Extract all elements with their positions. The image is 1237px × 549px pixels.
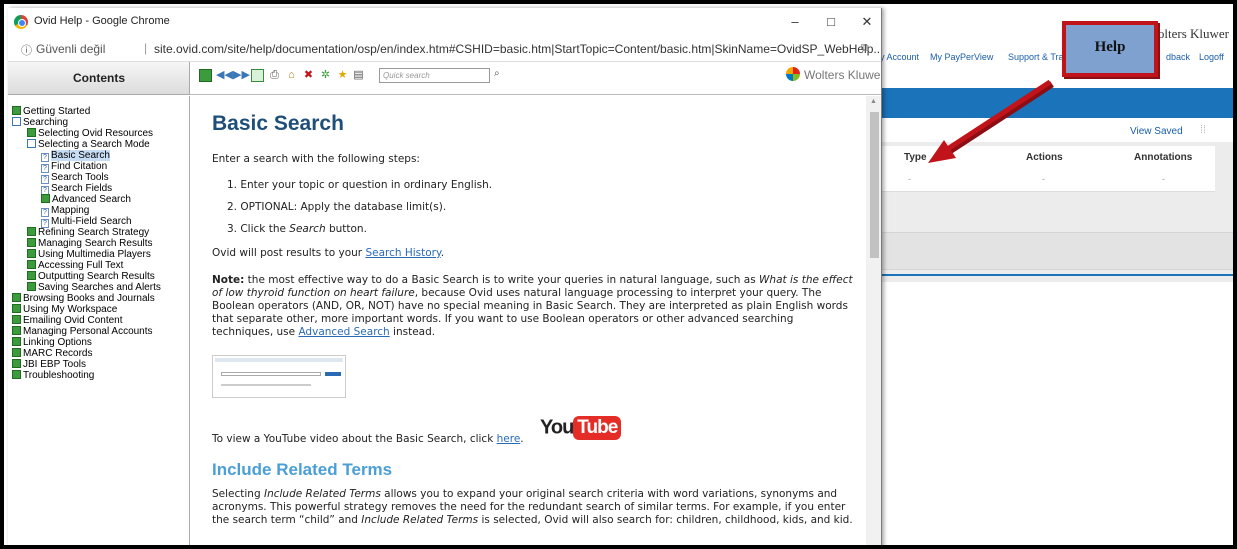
help-callout-box: Help: [1062, 21, 1158, 77]
red-arrow-annotation: [928, 79, 1054, 163]
screenshot-frame: olters Kluwer y Account My PayPerView Su…: [0, 0, 1237, 549]
help-callout-label: Help: [1094, 39, 1126, 55]
